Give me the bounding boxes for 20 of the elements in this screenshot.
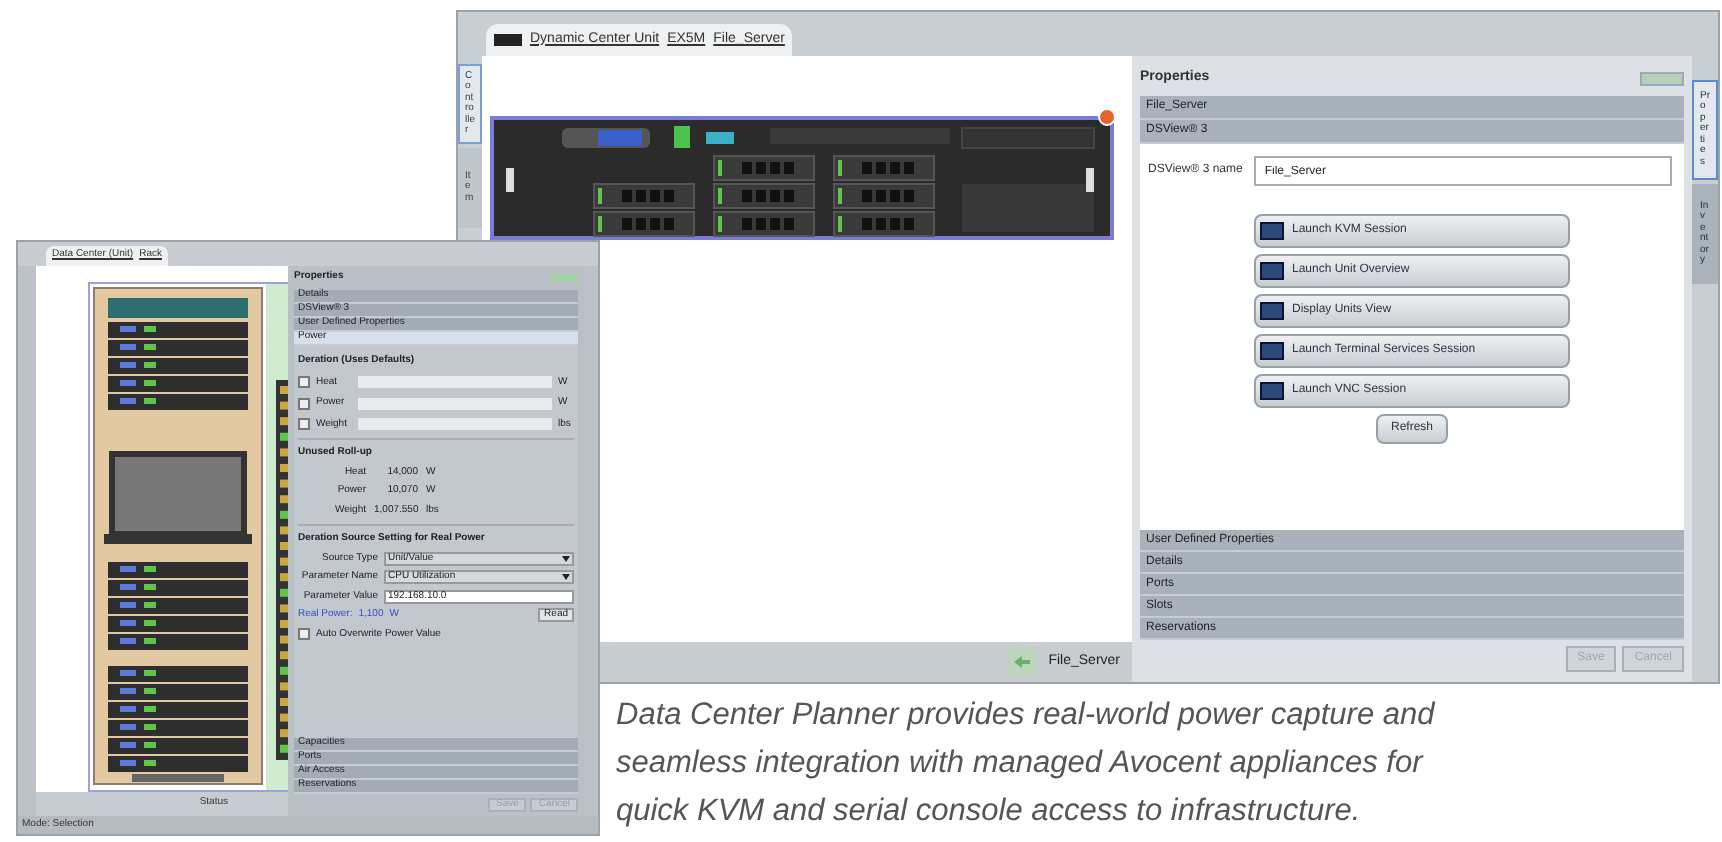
monitor-icon (1260, 302, 1284, 320)
value-field[interactable] (358, 418, 552, 431)
monitor-icon (1260, 382, 1284, 400)
checkbox[interactable] (298, 418, 310, 431)
value-field[interactable] (358, 397, 552, 410)
checkbox[interactable] (298, 628, 310, 641)
checkbox[interactable] (298, 376, 310, 389)
value-field[interactable] (358, 376, 552, 389)
caption-text: seamless integration with managed Avocent appliances for (616, 744, 1423, 784)
monitor-icon (1260, 342, 1284, 360)
panel-controls-icon[interactable] (1640, 71, 1684, 85)
caret-icon (562, 574, 570, 581)
monitor-icon (1260, 262, 1284, 280)
close-badge-icon[interactable] (1098, 108, 1116, 126)
caption-text: quick KVM and serial console access to infrastructure. (616, 792, 1361, 832)
caption-text: Data Center Planner provides real-world power capture and (616, 696, 1435, 736)
rack-icon (494, 34, 522, 46)
checkbox[interactable] (298, 397, 310, 410)
monitor-icon (1260, 222, 1284, 240)
caret-icon (562, 555, 570, 562)
